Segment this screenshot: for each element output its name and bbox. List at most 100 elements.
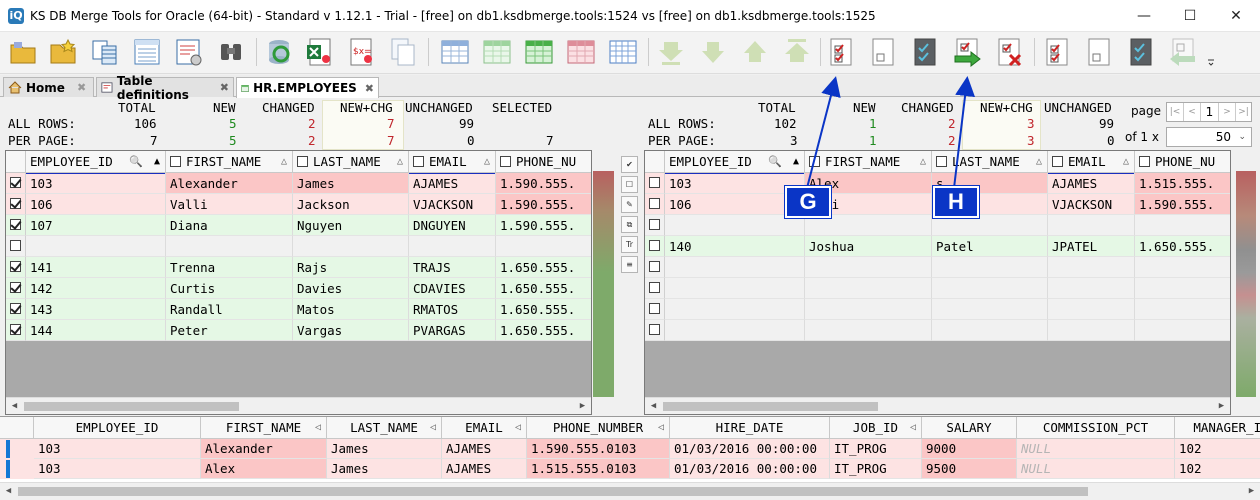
column-header[interactable]: LAST_NAME △ [932,151,1048,173]
column-select-checkbox[interactable] [1139,156,1150,167]
filter-triangle-icon[interactable]: △ [281,151,287,173]
scroll-right-arrow-icon[interactable]: ▶ [1243,483,1260,500]
page-size-select[interactable]: 50 ⌄ [1166,127,1252,147]
grid-blue-icon[interactable] [608,36,638,68]
grid-red-icon[interactable] [566,36,596,68]
column-select-checkbox[interactable] [1052,156,1063,167]
minimize-button[interactable]: — [1121,0,1167,32]
column-header[interactable]: EMAIL △ [1048,151,1135,173]
row-select-cell[interactable] [645,320,665,341]
row-select-cell[interactable] [6,194,26,215]
scroll-left-arrow-icon[interactable]: ◀ [6,398,23,414]
scroll-thumb[interactable] [24,402,239,411]
blank-doc-left-icon[interactable] [1084,36,1114,68]
filter-triangle-icon[interactable]: △ [1123,151,1129,173]
filter-triangle-icon[interactable]: ◁ [658,417,664,439]
row-select-cell[interactable] [6,173,26,194]
sql-query-icon[interactable] [132,36,162,68]
row-checkbox[interactable] [10,219,21,230]
compare-tables-icon[interactable] [90,36,120,68]
table-row[interactable] [6,236,591,257]
column-header[interactable]: COMMISSION_PCT [1017,417,1175,439]
column-header[interactable]: FIRST_NAME △ [805,151,932,173]
column-header[interactable]: EMPLOYEE_ID 🔍 ▲ [665,151,805,173]
table-row[interactable] [645,215,1230,236]
table-row[interactable] [645,320,1230,341]
column-header[interactable]: FIRST_NAME ◁ [201,417,327,439]
scroll-down-icon[interactable] [698,36,728,68]
row-select-cell[interactable] [6,320,26,341]
column-header[interactable]: SALARY [922,417,1017,439]
table-row[interactable]: 107 Diana Nguyen DNGUYEN 1.590.555. [6,215,591,236]
row-checkbox[interactable] [10,324,21,335]
close-window-button[interactable]: ✕ [1213,0,1259,32]
table-row[interactable]: 103 Alexander James AJAMES 1.590.555.0103 01/… [0,439,1260,459]
row-select-cell[interactable] [6,278,26,299]
merge-left-icon[interactable] [1168,36,1198,68]
prev-page-button[interactable]: < [1184,103,1201,121]
column-header[interactable]: EMPLOYEE_ID [34,417,201,439]
column-header[interactable]: HIRE_DATE [670,417,830,439]
left-data-grid[interactable]: EMPLOYEE_ID 🔍 ▲ FIRST_NAME △ LAST_NAME △ EMAIL △… [5,150,592,415]
tab-home[interactable]: Home ✖ [3,77,94,97]
scroll-left-arrow-icon[interactable]: ◀ [0,483,17,500]
row-checkbox[interactable] [10,198,21,209]
sort-ascending-icon[interactable]: 🔍 [768,151,782,173]
check-dark-icon[interactable] [910,36,940,68]
filter-triangle-icon[interactable]: ◁ [910,417,916,439]
edit-icon[interactable]: ✎ [621,196,638,213]
row-checkbox[interactable] [649,303,660,314]
table-row[interactable] [645,299,1230,320]
grid-green-icon[interactable] [524,36,554,68]
last-page-button[interactable]: >| [1236,103,1251,121]
column-header[interactable]: EMAIL △ [409,151,496,173]
scroll-up-icon[interactable] [740,36,770,68]
filter-triangle-icon[interactable]: △ [1036,151,1042,173]
scroll-right-arrow-icon[interactable]: ▶ [574,398,591,414]
current-page-input[interactable]: 1 [1201,103,1219,121]
binoculars-icon[interactable] [216,36,246,68]
filter-triangle-icon[interactable]: ◁ [430,417,436,439]
column-select-checkbox[interactable] [809,156,820,167]
first-page-button[interactable]: |< [1167,103,1184,121]
row-checkbox[interactable] [649,240,660,251]
row-checkbox[interactable] [10,261,21,272]
column-header[interactable]: MANAGER_ID [1175,417,1260,439]
checklist-icon[interactable] [826,36,856,68]
column-header[interactable]: LAST_NAME ◁ [327,417,442,439]
row-checkbox[interactable] [10,177,21,188]
table-row[interactable]: 140 Joshua Patel JPATEL 1.650.555. [645,236,1230,257]
row-checkbox[interactable] [10,303,21,314]
horizontal-scrollbar[interactable]: ◀ ▶ [645,397,1230,414]
filter-triangle-icon[interactable]: △ [920,151,926,173]
column-select-checkbox[interactable] [500,156,511,167]
delete-selected-icon[interactable] [994,36,1024,68]
scroll-right-arrow-icon[interactable]: ▶ [1213,398,1230,414]
close-icon[interactable]: ✖ [220,81,229,94]
row-checkbox[interactable] [649,177,660,188]
table-row[interactable]: 106 Valli Jackson VJACKSON 1.590.555. [6,194,591,215]
column-header[interactable]: PHONE_NU [496,151,591,173]
row-select-cell[interactable] [645,257,665,278]
row-checkbox[interactable] [649,219,660,230]
table-row[interactable] [645,278,1230,299]
column-header[interactable]: PHONE_NUMBER ◁ [527,417,670,439]
row-select-cell[interactable] [645,173,665,194]
copy-document-icon[interactable] [388,36,418,68]
scroll-bottom-icon[interactable] [656,36,686,68]
sort-up-arrow-icon[interactable]: ▲ [154,151,160,173]
text-icon[interactable]: Tr [621,236,638,253]
row-select-cell[interactable] [6,236,26,257]
row-checkbox[interactable] [10,282,21,293]
table-row[interactable]: 142 Curtis Davies CDAVIES 1.650.555. [6,278,591,299]
row-checkbox[interactable] [10,240,21,251]
copy-icon[interactable]: ⧉ [621,216,638,233]
table-row[interactable]: 103 Alex James AJAMES 1.515.555.0103 01/03/20… [0,459,1260,479]
merge-right-icon[interactable] [952,36,982,68]
column-select-checkbox[interactable] [413,156,424,167]
sort-up-arrow-icon[interactable]: ▲ [793,151,799,173]
report-settings-icon[interactable] [174,36,204,68]
table-row[interactable]: 103 Alexander James AJAMES 1.590.555. [6,173,591,194]
column-header[interactable]: PHONE_NU [1135,151,1230,173]
list-icon[interactable]: ≡ [621,256,638,273]
